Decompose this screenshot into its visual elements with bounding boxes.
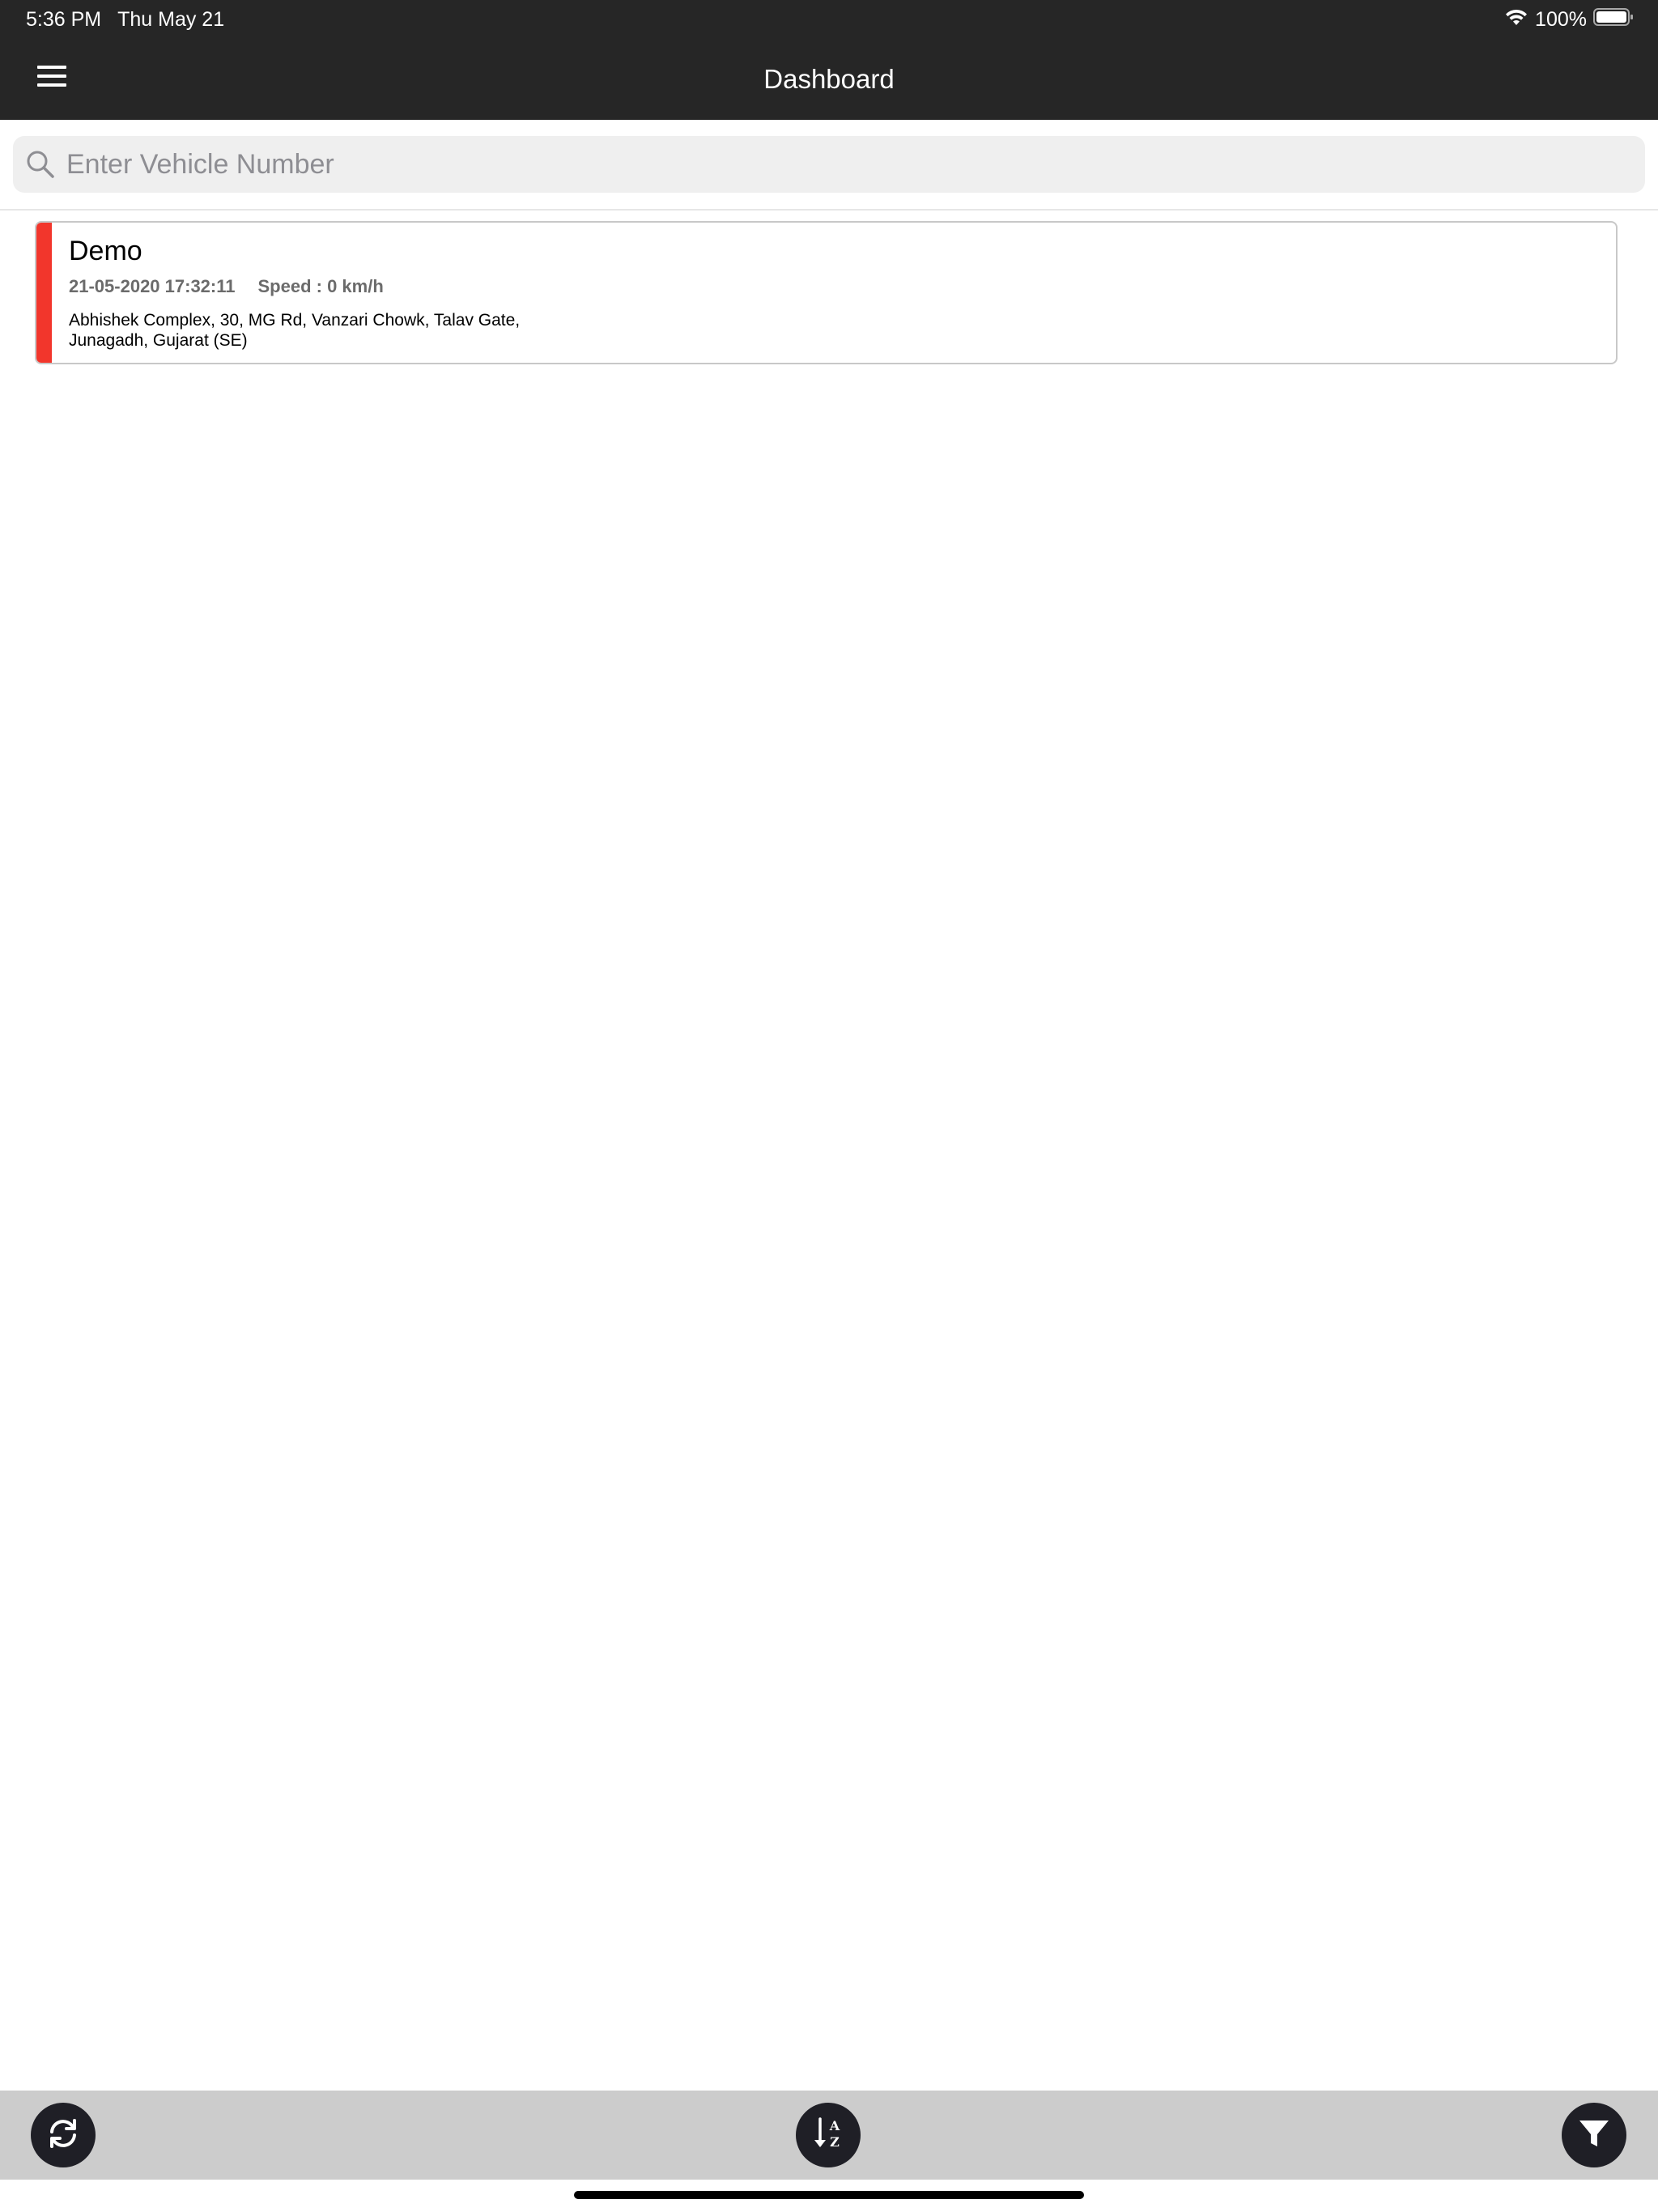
battery-full-icon bbox=[1593, 7, 1634, 32]
bottom-toolbar: A Z bbox=[0, 2091, 1658, 2180]
search-box[interactable] bbox=[13, 136, 1645, 193]
search-icon bbox=[24, 148, 57, 181]
wifi-icon bbox=[1504, 7, 1528, 32]
vehicle-address: Abhishek Complex, 30, MG Rd, Vanzari Cho… bbox=[69, 311, 521, 350]
svg-text:A: A bbox=[829, 2118, 840, 2133]
status-time: 5:36 PM bbox=[26, 8, 102, 31]
refresh-button[interactable] bbox=[31, 2103, 96, 2167]
dashboard-screen: 5:36 PM Thu May 21 100% Dashboard Enter … bbox=[0, 0, 1658, 2212]
vehicle-status-indicator bbox=[36, 223, 52, 363]
svg-text:Z: Z bbox=[830, 2134, 840, 2150]
sort-button[interactable]: A Z bbox=[796, 2103, 861, 2167]
top-bar: 5:36 PM Thu May 21 100% Dashboard bbox=[0, 0, 1658, 120]
search-bar bbox=[0, 120, 1658, 211]
status-bar-left: 5:36 PM Thu May 21 bbox=[26, 5, 224, 34]
status-date: Thu May 21 bbox=[117, 8, 225, 31]
vehicle-name: Demo bbox=[69, 236, 142, 266]
filter-button[interactable] bbox=[1562, 2103, 1626, 2167]
status-bar-right: 100% bbox=[1504, 5, 1634, 34]
vehicle-card[interactable]: Demo 21-05-2020 17:32:11 Speed : 0 km/h A… bbox=[35, 221, 1618, 364]
search-input[interactable] bbox=[65, 139, 1606, 189]
page-title: Dashboard bbox=[763, 64, 895, 94]
refresh-icon bbox=[45, 2116, 81, 2155]
battery-percent: 100% bbox=[1535, 7, 1587, 31]
home-indicator[interactable] bbox=[574, 2191, 1084, 2199]
vehicle-speed: Speed : 0 km/h bbox=[257, 276, 384, 296]
filter-icon bbox=[1576, 2116, 1612, 2155]
vehicle-timestamp: 21-05-2020 17:32:11 bbox=[69, 276, 236, 296]
sort-a-z-icon: A Z bbox=[810, 2114, 846, 2157]
vehicle-meta: 21-05-2020 17:32:11 Speed : 0 km/h bbox=[69, 276, 384, 297]
